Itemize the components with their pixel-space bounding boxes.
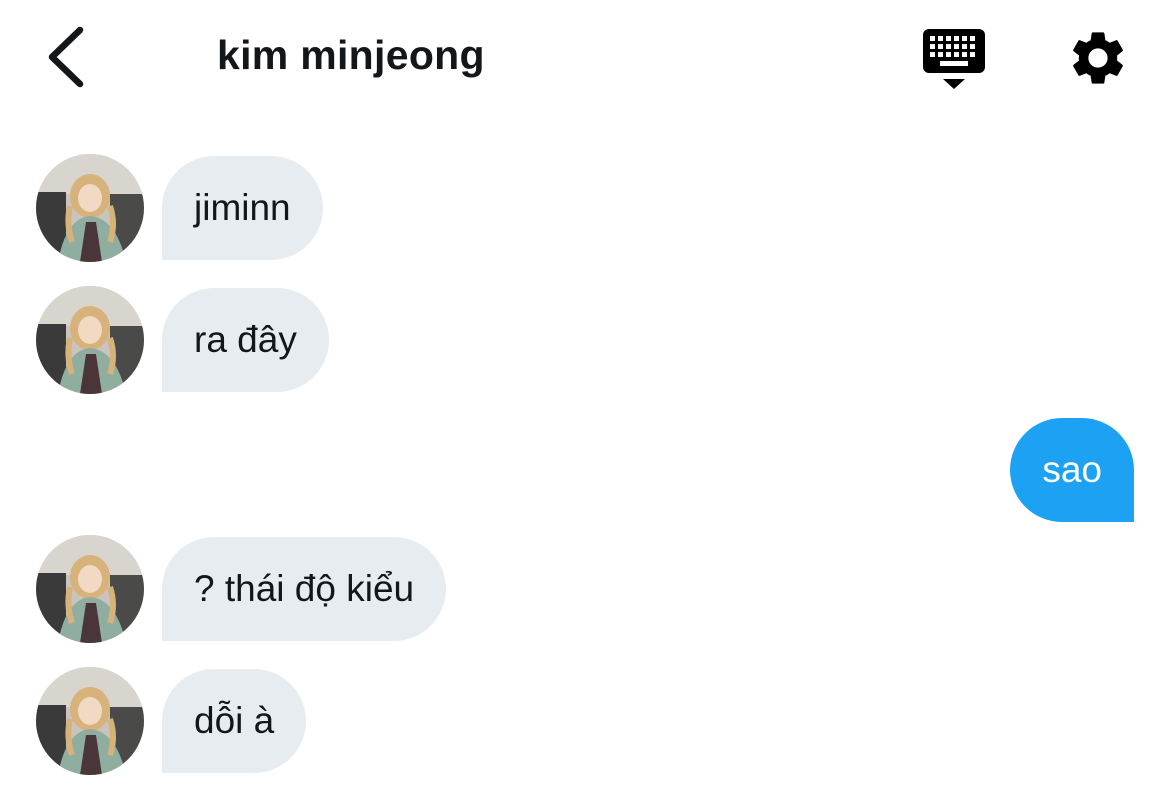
chat-header: kim minjeong xyxy=(0,0,1170,115)
avatar[interactable] xyxy=(36,154,144,262)
back-button[interactable] xyxy=(40,22,100,92)
message-row: dỗi à xyxy=(0,667,1170,775)
message-bubble-outgoing[interactable]: sao xyxy=(1010,418,1134,522)
message-bubble-incoming[interactable]: ? thái độ kiểu xyxy=(162,537,447,641)
avatar-image xyxy=(36,286,144,394)
page-title: kim minjeong xyxy=(217,32,485,78)
avatar-image xyxy=(36,667,144,775)
hide-keyboard-button[interactable] xyxy=(918,26,990,92)
chevron-left-icon xyxy=(48,26,84,88)
avatar[interactable] xyxy=(36,286,144,394)
message-row: ? thái độ kiểu xyxy=(0,535,1170,643)
avatar[interactable] xyxy=(36,535,144,643)
message-bubble-incoming[interactable]: dỗi à xyxy=(162,669,307,773)
avatar-image xyxy=(36,535,144,643)
message-row: jiminn xyxy=(0,154,1170,262)
keyboard-hide-icon xyxy=(923,29,985,89)
settings-button[interactable] xyxy=(1066,26,1130,90)
message-bubble-incoming[interactable]: jiminn xyxy=(162,156,323,260)
message-bubble-incoming[interactable]: ra đây xyxy=(162,288,329,392)
avatar[interactable] xyxy=(36,667,144,775)
avatar-image xyxy=(36,154,144,262)
gear-icon xyxy=(1073,32,1123,84)
message-row: ra đây xyxy=(0,286,1170,394)
message-row: sao xyxy=(0,418,1170,524)
